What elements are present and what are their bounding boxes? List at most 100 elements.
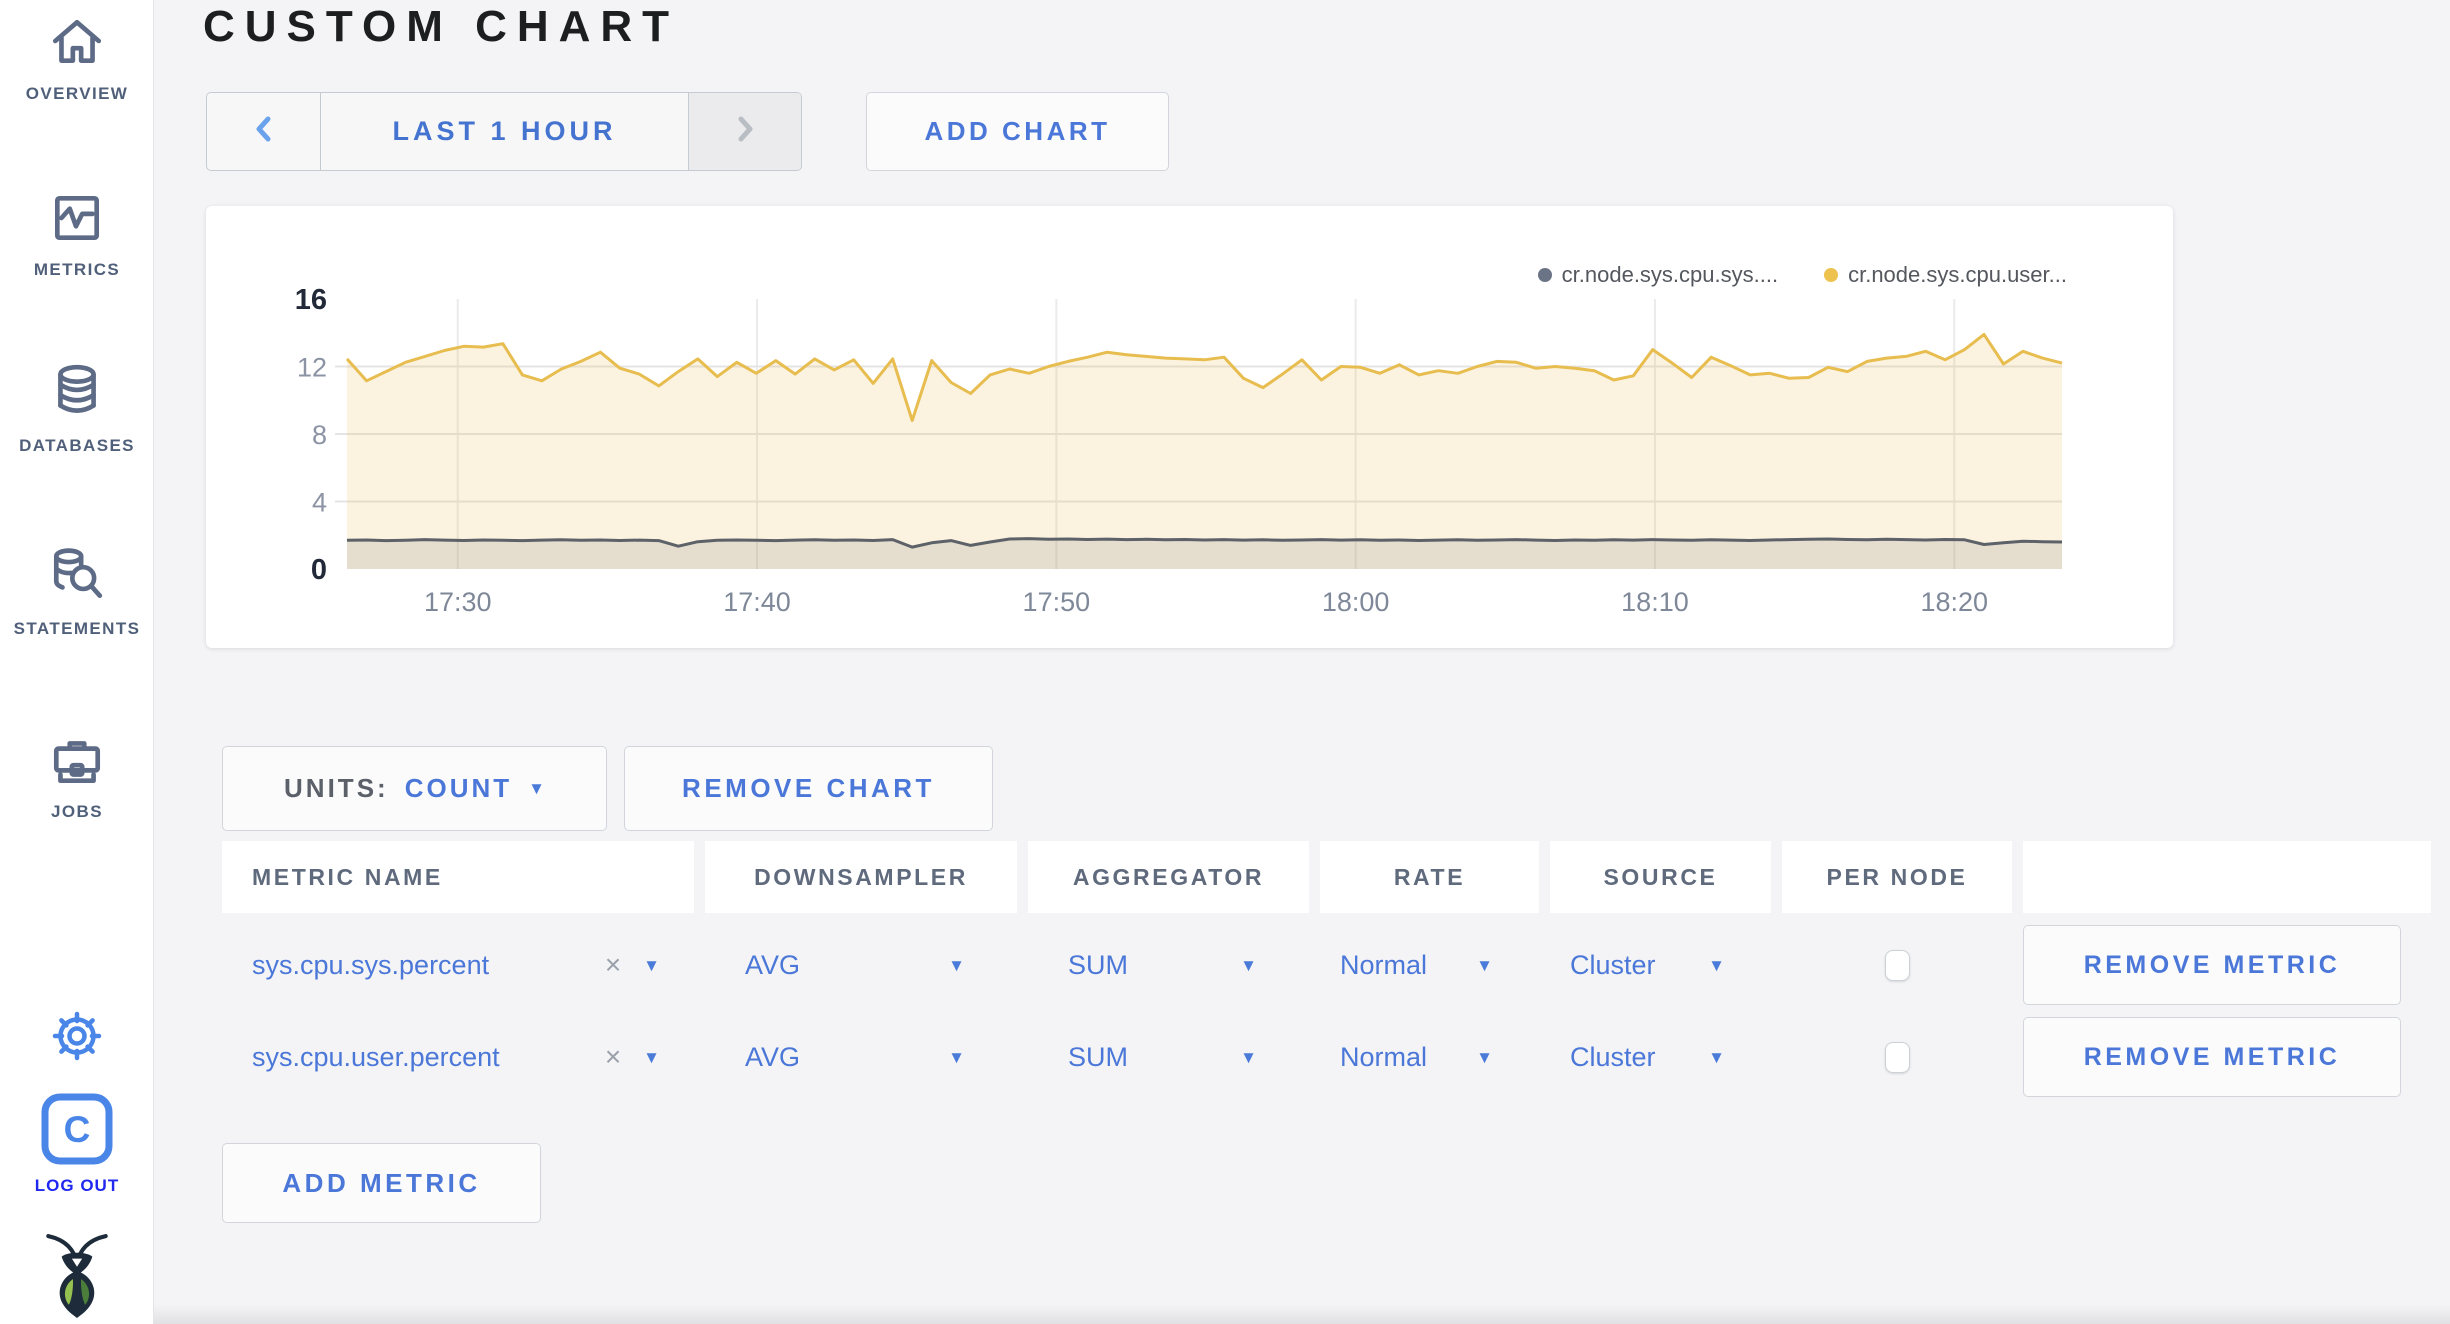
svg-text:18:00: 18:00 [1322,587,1390,617]
chart-legend: cr.node.sys.cpu.sys.... cr.node.sys.cpu.… [1537,262,2067,288]
header-metric-name: METRIC NAME [222,841,694,913]
sidebar-item-overview[interactable]: OVERVIEW [0,12,154,104]
downsampler-value: AVG [745,949,801,980]
aggregator-value: SUM [1068,1041,1128,1072]
chevron-down-icon[interactable]: ▼ [643,957,660,974]
svg-text:18:20: 18:20 [1920,587,1988,617]
svg-text:17:50: 17:50 [1023,587,1091,617]
sidebar-label-metrics: METRICS [33,260,121,279]
custom-chart-page: OVERVIEW METRICS DATABASES STATEMENTS JO… [0,0,2450,1324]
page-title: CUSTOM CHART [203,2,680,51]
database-icon [48,360,106,424]
chevron-down-icon: ▼ [1708,955,1725,975]
header-source: SOURCE [1550,841,1771,913]
time-range-selector: LAST 1 HOUR [206,92,802,171]
units-label: UNITS: [284,773,389,803]
sidebar-label-statements: STATEMENTS [13,619,141,638]
clear-metric-icon[interactable]: × [605,1041,621,1073]
source-dropdown[interactable]: Cluster ▼ [1550,925,1771,1005]
sidebar-label-overview: OVERVIEW [25,84,129,103]
legend-label-sys: cr.node.sys.cpu.sys.... [1561,262,1779,287]
header-actions [2023,841,2431,913]
time-range-label: LAST 1 HOUR [392,116,617,146]
main-content: CUSTOM CHART LAST 1 HOUR ADD CHART 17:30… [0,0,2450,1324]
rate-dropdown[interactable]: Normal ▼ [1320,925,1539,1005]
svg-text:8: 8 [312,420,327,450]
svg-text:18:10: 18:10 [1621,587,1689,617]
legend-item-user[interactable]: cr.node.sys.cpu.user... [1824,262,2067,288]
statements-icon [48,545,106,607]
header-rate: RATE [1320,841,1539,913]
units-dropdown[interactable]: UNITS: COUNT ▼ [222,746,607,831]
remove-chart-button[interactable]: REMOVE CHART [624,746,993,831]
svg-text:0: 0 [311,554,327,586]
chevron-down-icon: ▼ [528,779,545,798]
jobs-icon [48,730,106,790]
sidebar-item-metrics[interactable]: METRICS [0,188,154,280]
chevron-down-icon: ▼ [948,1047,965,1067]
sidebar-item-statements[interactable]: STATEMENTS [0,545,154,639]
sidebar-settings[interactable] [0,1008,154,1064]
header-downsampler: DOWNSAMPLER [705,841,1017,913]
metric-name[interactable]: sys.cpu.sys.percent [252,950,489,981]
chart-card: 17:30 17:40 17:50 18:00 18:10 18:20 0 4 8 12 16 cr… [206,206,2173,648]
remove-metric-button[interactable]: REMOVE METRIC [2023,1017,2401,1097]
svg-text:4: 4 [312,488,327,518]
metrics-table-header: METRIC NAME DOWNSAMPLER AGGREGATOR RATE … [222,841,2431,913]
rate-value: Normal [1340,1041,1428,1072]
sidebar-logout[interactable]: C LOG OUT [0,1092,154,1196]
chevron-down-icon: ▼ [1708,1047,1725,1067]
metric-name[interactable]: sys.cpu.user.percent [252,1042,500,1073]
downsampler-value: AVG [745,1041,801,1072]
aggregator-dropdown[interactable]: SUM ▼ [1028,925,1309,1005]
svg-text:12: 12 [297,353,327,383]
login-user-icon: C [40,1092,114,1166]
add-metric-button[interactable]: ADD METRIC [222,1143,541,1223]
rate-value: Normal [1340,949,1428,980]
table-row: sys.cpu.user.percent × ▼ AVG ▼ SUM ▼ Nor… [222,1017,2431,1097]
chevron-down-icon: ▼ [1240,955,1257,975]
legend-label-user: cr.node.sys.cpu.user... [1848,262,2067,287]
chevron-down-icon: ▼ [1240,1047,1257,1067]
sidebar-item-jobs[interactable]: JOBS [0,730,154,822]
chevron-down-icon: ▼ [1476,1047,1493,1067]
sidebar-brand [0,1232,154,1318]
logout-label[interactable]: LOG OUT [35,1176,119,1196]
remove-metric-button[interactable]: REMOVE METRIC [2023,925,2401,1005]
table-row: sys.cpu.sys.percent × ▼ AVG ▼ SUM ▼ Norm… [222,925,2431,1005]
per-node-checkbox[interactable] [1884,949,1910,981]
sidebar-label-databases: DATABASES [19,436,135,455]
header-aggregator: AGGREGATOR [1028,841,1309,913]
chevron-down-icon: ▼ [1476,955,1493,975]
legend-dot-sys [1537,268,1552,282]
clear-metric-icon[interactable]: × [605,949,621,981]
svg-text:17:40: 17:40 [723,587,791,617]
sidebar-label-jobs: JOBS [51,802,103,821]
svg-text:C: C [64,1109,91,1150]
sidebar-item-databases[interactable]: DATABASES [0,360,154,456]
legend-item-sys[interactable]: cr.node.sys.cpu.sys.... [1537,262,1779,288]
units-value: COUNT [404,773,513,803]
rate-dropdown[interactable]: Normal ▼ [1320,1017,1539,1097]
aggregator-value: SUM [1068,949,1128,980]
chevron-right-icon [732,113,758,150]
time-range-prev-button[interactable] [207,93,321,170]
aggregator-dropdown[interactable]: SUM ▼ [1028,1017,1309,1097]
chevron-down-icon[interactable]: ▼ [643,1049,660,1066]
legend-dot-user [1824,268,1839,282]
source-value: Cluster [1570,949,1656,980]
time-range-dropdown[interactable]: LAST 1 HOUR [321,93,688,170]
svg-text:16: 16 [295,284,327,316]
downsampler-dropdown[interactable]: AVG ▼ [705,925,1017,1005]
chevron-down-icon: ▼ [948,955,965,975]
source-dropdown[interactable]: Cluster ▼ [1550,1017,1771,1097]
add-chart-button[interactable]: ADD CHART [866,92,1169,171]
metrics-icon [48,188,106,248]
svg-text:17:30: 17:30 [424,587,492,617]
time-range-next-button[interactable] [688,93,801,170]
downsampler-dropdown[interactable]: AVG ▼ [705,1017,1017,1097]
per-node-checkbox[interactable] [1884,1041,1910,1073]
gear-icon [49,1008,105,1064]
cockroachdb-logo-icon [38,1232,116,1318]
home-icon [48,12,106,72]
